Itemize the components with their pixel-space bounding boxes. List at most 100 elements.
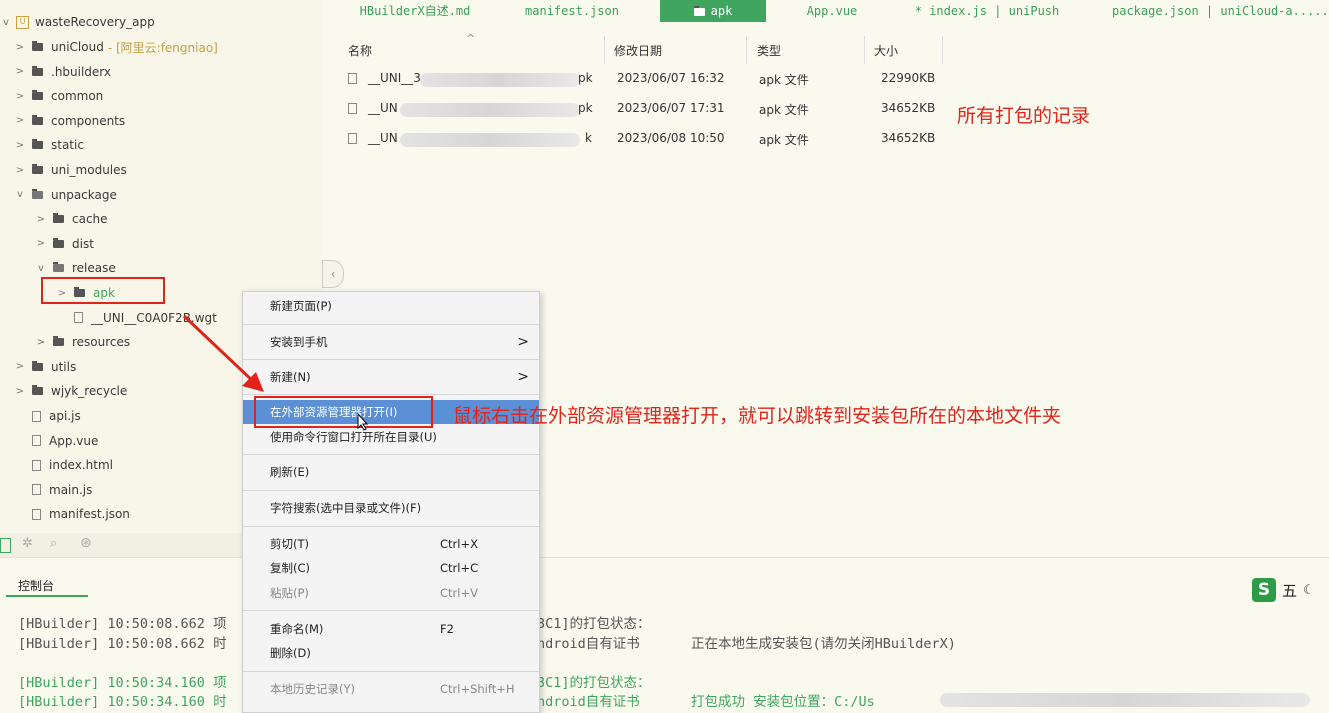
chevron-right-icon[interactable]: > [35, 337, 47, 348]
file-icon [348, 133, 357, 144]
annotation-arrow [182, 314, 264, 392]
menu-item-label: 使用命令行窗口打开所在目录(U) [270, 430, 437, 444]
tree-item-label: resources [72, 335, 131, 350]
tab-apk-label: apk [710, 4, 733, 18]
tree-item[interactable]: App.vue [14, 429, 98, 453]
chevron-right-icon[interactable]: > [14, 165, 26, 176]
chevron-right-icon[interactable]: > [35, 238, 47, 249]
chevron-right-icon[interactable]: > [14, 66, 26, 77]
mouse-cursor-icon [357, 413, 369, 431]
folder-icon [693, 5, 705, 16]
tree-item[interactable]: index.html [14, 453, 113, 477]
menu-item[interactable]: 删除(D) [243, 641, 539, 665]
menu-separator [243, 324, 539, 325]
chevron-right-icon[interactable]: > [14, 361, 26, 372]
file-date: 2023/06/08 10:50 [617, 131, 725, 145]
tree-item[interactable]: > components [14, 109, 125, 133]
tree-item[interactable]: > .hbuilderx [14, 60, 111, 84]
search-icon[interactable]: ⌕ [50, 536, 57, 551]
chevron-right-icon[interactable]: > [14, 42, 26, 53]
log-line: [HBuilder] 10:50:34.160 项 [18, 675, 227, 691]
menu-item-label: 字符搜索(选中目录或文件)(F) [270, 501, 422, 515]
tree-item-label: unpackage [51, 187, 117, 202]
menu-item[interactable]: 新建(N) > [243, 365, 539, 389]
chevron-right-icon[interactable]: > [14, 386, 26, 397]
log-line-extra: 正在本地生成安装包(请勿关闭HBuilderX) [691, 636, 956, 652]
tree-item-label: api.js [49, 409, 81, 423]
tree-item[interactable]: api.js [14, 404, 81, 428]
tree-item-label: components [51, 113, 126, 128]
menu-separator [243, 610, 539, 611]
menu-item[interactable]: 剪切(T) Ctrl+X [243, 532, 539, 556]
tree-item[interactable]: main.js [14, 478, 92, 502]
tree-item-label: manifest.json [49, 507, 130, 522]
tree-item[interactable]: > dist [35, 232, 94, 256]
menu-item-label: 刷新(E) [270, 465, 310, 479]
tree-item[interactable]: > utils [14, 355, 76, 379]
tree-item[interactable]: > resources [35, 330, 130, 354]
cloud-tag: - [阿里云:fengniao] [107, 40, 218, 55]
tab-app-vue[interactable]: App.vue [792, 0, 872, 22]
chevron-right-icon[interactable]: > [35, 214, 47, 225]
redacted-filename [400, 133, 580, 147]
menu-item[interactable]: 安装到手机 > [243, 330, 539, 354]
chevron-right-icon[interactable]: > [14, 115, 26, 126]
col-header-type[interactable]: 类型 [757, 42, 781, 59]
project-icon: U [16, 15, 29, 29]
chevron-down-icon[interactable]: v [0, 17, 12, 28]
menu-item[interactable]: 本地历史记录(Y) Ctrl+Shift+H [243, 677, 539, 701]
col-header-size[interactable]: 大小 [874, 42, 898, 59]
console-tab[interactable]: 控制台 [18, 577, 54, 594]
tab-index-js[interactable]: * index.js | uniPush [912, 0, 1062, 22]
chevron-down-icon[interactable]: v [14, 189, 26, 200]
tab-manifest[interactable]: manifest.json [512, 0, 632, 22]
chevron-right-icon[interactable]: > [14, 140, 26, 151]
menu-item-label: 粘贴(P) [270, 586, 309, 600]
collapse-sidebar-button[interactable]: ‹ [322, 260, 344, 288]
menu-separator [243, 671, 539, 672]
tree-item[interactable]: > cache [35, 207, 108, 231]
col-header-name[interactable]: 名称 [348, 42, 372, 59]
explorer-icon[interactable] [0, 538, 11, 553]
col-header-date[interactable]: 修改日期 [614, 42, 662, 59]
highlight-box-apk [41, 277, 165, 304]
tree-item[interactable]: > uniCloud - [阿里云:fengniao] [14, 35, 218, 59]
log-line-tail: 3C1]的打包状态： [537, 616, 651, 632]
menu-item-label: 新建页面(P) [270, 299, 332, 313]
tab-readme[interactable]: HBuilderX自述.md [350, 0, 480, 22]
tab-apk[interactable]: apk [660, 0, 766, 22]
moon-icon: ☾ [1303, 582, 1315, 598]
ime-status[interactable]: S 五 ☾ [1252, 577, 1329, 603]
menu-item[interactable]: 字符搜索(选中目录或文件)(F) [243, 496, 539, 520]
tree-item-label: wjyk_recycle [51, 384, 128, 399]
menu-separator [243, 526, 539, 527]
chevron-right-icon[interactable]: > [14, 91, 26, 102]
tree-item[interactable]: > wjyk_recycle [14, 379, 127, 403]
tree-item[interactable]: manifest.json [14, 502, 130, 526]
tree-item[interactable]: v unpackage [14, 183, 117, 207]
chevron-down-icon[interactable]: v [35, 263, 47, 274]
menu-item[interactable]: 使用命令行窗口打开所在目录(U) [243, 425, 539, 449]
menu-item[interactable]: 重命名(M) F2 [243, 617, 539, 641]
file-icon [32, 508, 41, 520]
debug-icon[interactable]: ✲ [22, 536, 33, 551]
tree-root-project[interactable]: v U wasteRecovery_app [0, 10, 155, 34]
menu-item[interactable]: 新建页面(P) [243, 294, 539, 318]
project-name: wasteRecovery_app [35, 15, 155, 29]
menu-item[interactable]: 复制(C) Ctrl+C [243, 556, 539, 580]
menu-shortcut: Ctrl+C [440, 561, 479, 575]
log-line-tail: ndroid自有证书 [537, 694, 640, 710]
sort-caret-icon[interactable]: ^ [466, 32, 475, 45]
tree-item[interactable]: > common [14, 84, 103, 108]
tree-item-label: App.vue [49, 433, 99, 448]
highlight-box-menu [254, 396, 433, 428]
menu-item[interactable]: 粘贴(P) Ctrl+V [243, 581, 539, 605]
tree-item[interactable]: > uni_modules [14, 158, 127, 182]
plugin-icon[interactable]: ⊛ [80, 535, 92, 551]
tree-item[interactable]: > static [14, 133, 84, 157]
menu-separator [243, 394, 539, 395]
menu-item-label: 新建(N) [270, 370, 311, 384]
tree-item-label: main.js [49, 482, 93, 497]
tab-package-json[interactable]: package.json | uniCloud-a...... [1112, 0, 1329, 22]
menu-item[interactable]: 刷新(E) [243, 460, 539, 484]
